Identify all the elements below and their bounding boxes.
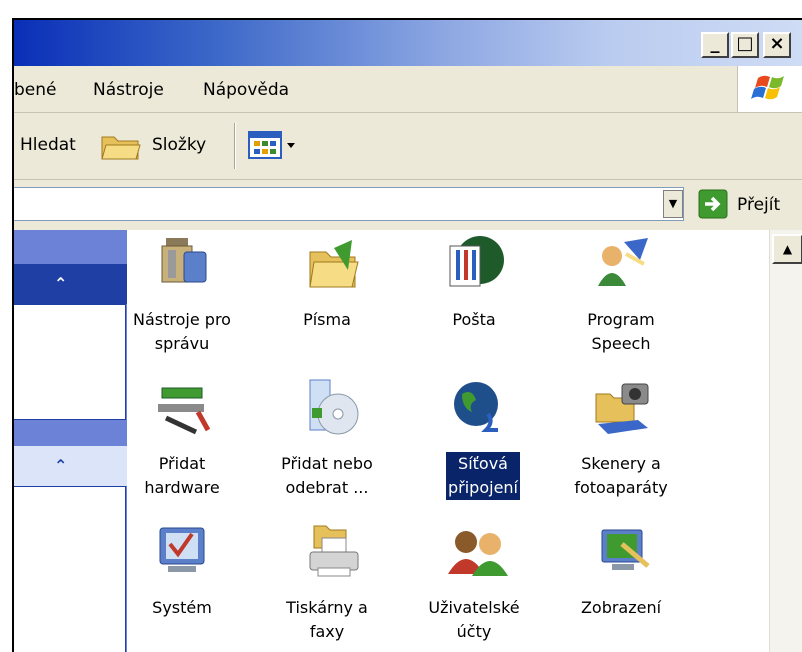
mail-icon[interactable] — [444, 236, 504, 290]
item-label[interactable]: Nástroje pro správu — [112, 308, 252, 356]
fonts-folder-icon[interactable] — [304, 238, 364, 292]
item-label[interactable]: Pošta — [404, 308, 544, 332]
search-button[interactable]: Hledat — [20, 135, 76, 155]
item-label[interactable]: Tiskárny a faxy — [257, 596, 397, 644]
address-bar: ▼ Přejít — [14, 180, 802, 230]
views-button[interactable] — [247, 127, 301, 163]
details-pane-body — [14, 486, 126, 652]
item-label[interactable]: Písma — [257, 308, 397, 332]
selected-item-label-wrapper[interactable]: Síťová připojení — [445, 451, 521, 501]
title-bar[interactable]: _ □ × — [14, 20, 802, 66]
collapse-chevron-icon[interactable]: ⌃ — [54, 274, 67, 293]
user-accounts-icon[interactable] — [446, 528, 508, 582]
windows-flag-icon — [751, 75, 784, 100]
network-connections-icon[interactable] — [448, 380, 508, 434]
task-pane-header[interactable]: ⌃ — [14, 264, 127, 304]
minimize-icon: _ — [710, 33, 720, 54]
scroll-up-button[interactable]: ▲ — [772, 234, 802, 264]
item-label[interactable]: Skenery a fotoaparáty — [551, 452, 691, 500]
task-pane: ⌃ ⌃ — [14, 230, 127, 652]
vertical-scrollbar[interactable]: ▲ — [769, 230, 802, 652]
add-remove-programs-icon[interactable] — [302, 378, 362, 435]
folders-button[interactable]: Složky — [152, 135, 206, 155]
item-label-selected[interactable]: Síťová připojení — [445, 451, 521, 501]
item-label[interactable]: Přidat nebo odebrat ... — [257, 452, 397, 500]
folders-button-icon[interactable] — [100, 127, 144, 163]
go-arrow-icon — [698, 189, 728, 219]
item-label[interactable]: Systém — [112, 596, 252, 620]
minimize-button[interactable]: _ — [701, 32, 729, 58]
address-input[interactable] — [14, 187, 684, 221]
scanners-cameras-icon[interactable] — [592, 380, 652, 434]
system-icon[interactable] — [154, 524, 214, 578]
item-label[interactable]: Zobrazení — [551, 596, 691, 620]
menu-bar: bené Nástroje Nápověda — [14, 66, 802, 113]
maximize-button[interactable]: □ — [731, 32, 759, 58]
display-icon[interactable] — [596, 524, 656, 578]
maximize-icon: □ — [736, 33, 754, 54]
menu-tools[interactable]: Nástroje — [93, 80, 164, 100]
close-icon: × — [769, 33, 785, 54]
task-pane-body — [14, 304, 126, 420]
folder-icon — [101, 136, 141, 160]
add-hardware-icon[interactable] — [154, 382, 214, 436]
standard-toolbar: Hledat Složky — [14, 113, 802, 180]
menu-favorites[interactable]: bené — [14, 80, 56, 100]
item-label[interactable]: Program Speech — [551, 308, 691, 356]
go-button[interactable]: Přejít — [737, 195, 780, 215]
details-pane-header[interactable]: ⌃ — [14, 446, 127, 486]
collapse-chevron-icon[interactable]: ⌃ — [54, 456, 67, 475]
toolbar-separator — [234, 123, 236, 169]
printers-faxes-icon[interactable] — [304, 522, 364, 577]
close-button[interactable]: × — [763, 32, 791, 58]
menu-help[interactable]: Nápověda — [203, 80, 289, 100]
go-button-icon[interactable] — [698, 189, 728, 219]
windows-logo — [737, 66, 802, 112]
content-area: ⌃ ⌃ Nástroje pro správu Písma Pošta Prog… — [14, 230, 802, 652]
speech-icon[interactable] — [592, 236, 652, 290]
item-label[interactable]: Přidat hardware — [112, 452, 252, 500]
views-icon — [248, 131, 295, 159]
admin-tools-icon[interactable] — [154, 238, 214, 292]
item-label[interactable]: Uživatelské účty — [404, 596, 544, 644]
explorer-window: _ □ × bené Nástroje Nápověda Hledat Slož… — [12, 18, 802, 652]
address-dropdown-button[interactable]: ▼ — [663, 190, 683, 218]
